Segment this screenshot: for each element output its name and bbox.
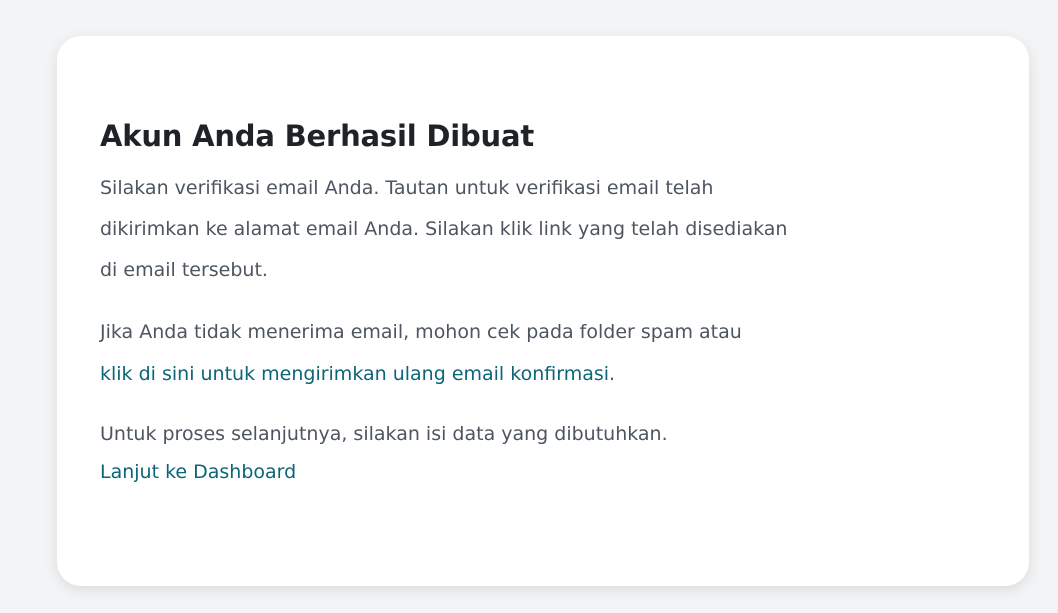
resend-email-link[interactable]: klik di sini untuk mengirimkan ulang ema… [100, 363, 609, 385]
resend-message-text: Jika Anda tidak menerima email, mohon ce… [100, 321, 742, 343]
next-step-message: Untuk proses selanjutnya, silakan isi da… [100, 415, 980, 491]
account-created-card: Akun Anda Berhasil Dibuat Silakan verifi… [57, 36, 1029, 586]
verification-message-line-1: Silakan verifikasi email Anda. Tautan un… [100, 177, 714, 199]
next-step-text: Untuk proses selanjutnya, silakan isi da… [100, 423, 668, 445]
dashboard-link[interactable]: Lanjut ke Dashboard [100, 461, 296, 483]
resend-message: Jika Anda tidak menerima email, mohon ce… [100, 311, 980, 395]
page-title: Akun Anda Berhasil Dibuat [100, 119, 535, 153]
dashboard-link-line: Lanjut ke Dashboard [100, 453, 980, 491]
verification-message-line-3: di email tersebut. [100, 259, 268, 281]
verification-message-line-2: dikirimkan ke alamat email Anda. Silakan… [100, 218, 788, 240]
resend-message-suffix: . [609, 363, 616, 385]
verification-message: Silakan verifikasi email Anda. Tautan un… [100, 168, 980, 291]
resend-message-link-line: klik di sini untuk mengirimkan ulang ema… [100, 353, 980, 395]
